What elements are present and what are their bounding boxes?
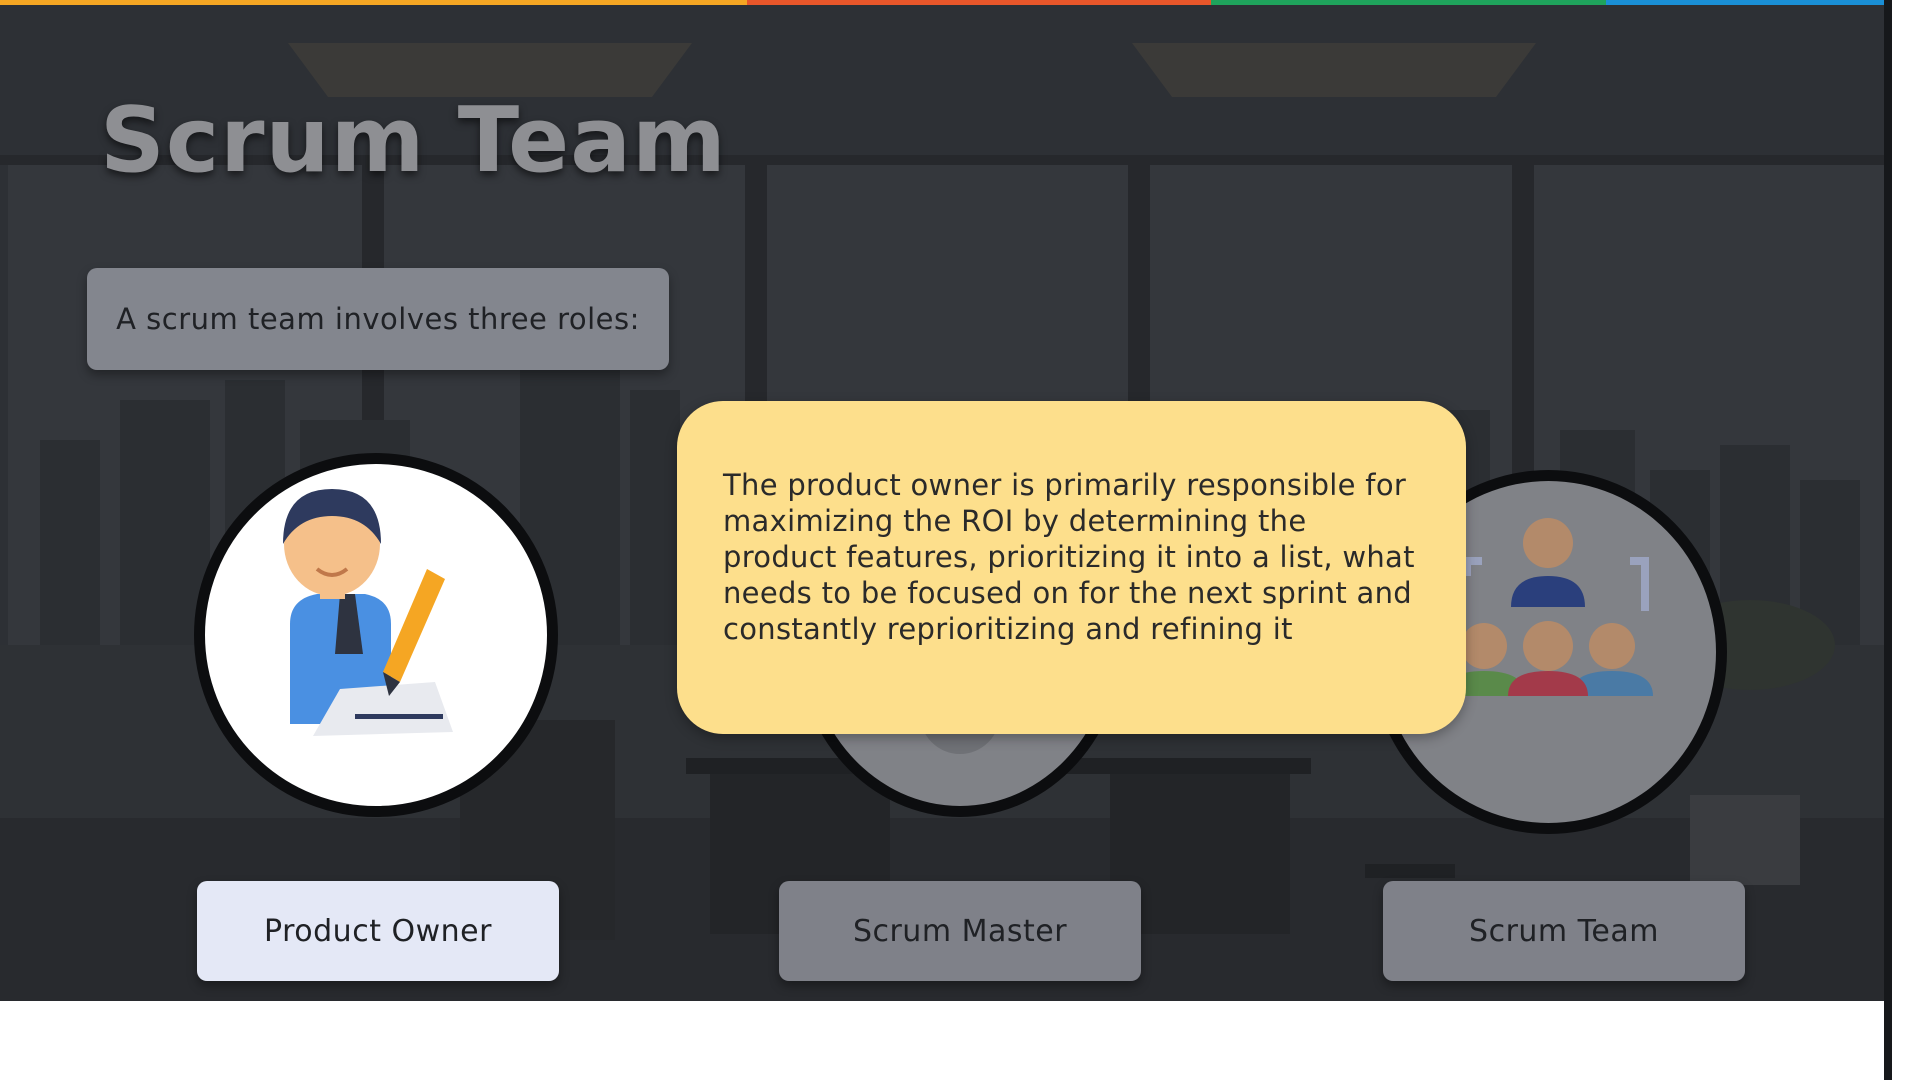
product-owner-button[interactable]: Product Owner xyxy=(197,881,559,981)
intro-text-box: A scrum team involves three roles: xyxy=(87,268,669,370)
intro-text: A scrum team involves three roles: xyxy=(116,302,640,336)
slide-title: Scrum Team xyxy=(100,88,727,193)
product-owner-label: Product Owner xyxy=(264,913,492,949)
product-owner-icon[interactable] xyxy=(194,453,558,817)
scrum-master-label: Scrum Master xyxy=(852,913,1068,949)
scrum-master-button[interactable]: Scrum Master xyxy=(779,881,1141,981)
scrum-team-button[interactable]: Scrum Team xyxy=(1383,881,1745,981)
right-edge-bar xyxy=(1884,0,1892,1080)
product-owner-illustration xyxy=(283,489,453,736)
role-description-tooltip: The product owner is primarily responsib… xyxy=(677,401,1466,734)
role-description-text: The product owner is primarily responsib… xyxy=(723,468,1415,646)
slide: Scrum Team A scrum team involves three r… xyxy=(0,0,1884,1001)
scrum-team-label: Scrum Team xyxy=(1469,913,1659,949)
